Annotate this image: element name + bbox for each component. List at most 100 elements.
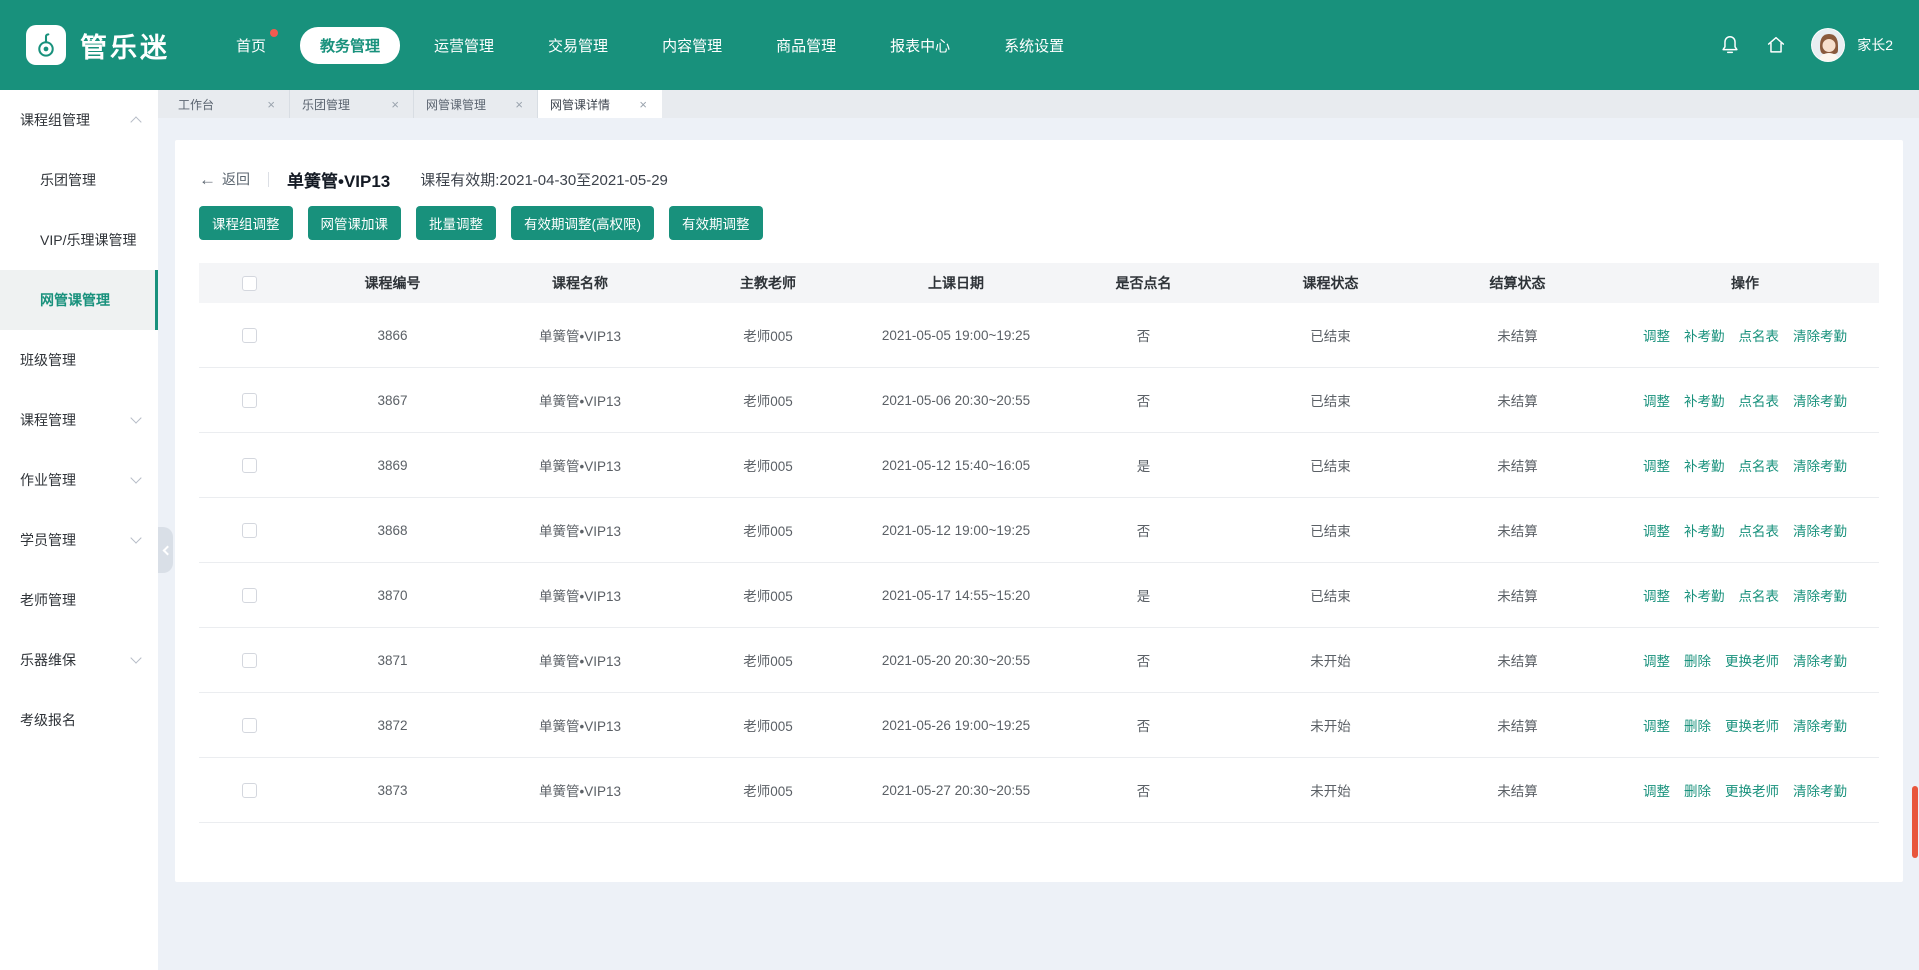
tab-close-icon[interactable]: × bbox=[389, 97, 401, 112]
tab-close-icon[interactable]: × bbox=[513, 97, 525, 112]
sidebar-item[interactable]: 作业管理 bbox=[0, 450, 158, 510]
topnav-item[interactable]: 运营管理 bbox=[414, 27, 514, 64]
cell-settlement: 未结算 bbox=[1424, 585, 1611, 605]
row-action-link[interactable]: 调整 bbox=[1643, 390, 1670, 410]
row-checkbox[interactable] bbox=[242, 393, 257, 408]
row-action-link[interactable]: 删除 bbox=[1684, 715, 1711, 735]
select-all-checkbox[interactable] bbox=[242, 276, 257, 291]
row-action-link[interactable]: 清除考勤 bbox=[1793, 585, 1847, 605]
row-action-link[interactable]: 调整 bbox=[1643, 650, 1670, 670]
toolbar-button[interactable]: 有效期调整(高权限) bbox=[511, 206, 654, 240]
row-action-link[interactable]: 调整 bbox=[1643, 780, 1670, 800]
user-avatar[interactable] bbox=[1811, 28, 1845, 62]
row-action-link[interactable]: 清除考勤 bbox=[1793, 780, 1847, 800]
topnav-item[interactable]: 报表中心 bbox=[870, 27, 970, 64]
tab[interactable]: 工作台× bbox=[166, 90, 290, 118]
sidebar-item[interactable]: 乐器维保 bbox=[0, 630, 158, 690]
sidebar-item[interactable]: 课程组管理 bbox=[0, 90, 158, 150]
row-action-link[interactable]: 调整 bbox=[1643, 520, 1670, 540]
topnav-item[interactable]: 教务管理 bbox=[300, 27, 400, 64]
toolbar-button[interactable]: 有效期调整 bbox=[669, 206, 763, 240]
toolbar-button[interactable]: 批量调整 bbox=[416, 206, 496, 240]
cell-actions: 调整删除更换老师清除考勤 bbox=[1611, 715, 1879, 735]
topnav-item[interactable]: 商品管理 bbox=[756, 27, 856, 64]
cell-date: 2021-05-20 20:30~20:55 bbox=[862, 653, 1050, 668]
row-action-link[interactable]: 点名表 bbox=[1739, 390, 1780, 410]
row-action-link[interactable]: 删除 bbox=[1684, 650, 1711, 670]
toolbar: 课程组调整网管课加课批量调整有效期调整(高权限) 有效期调整 bbox=[199, 206, 1879, 240]
course-validity: 课程有效期:2021-04-30至2021-05-29 bbox=[420, 169, 668, 190]
row-action-link[interactable]: 清除考勤 bbox=[1793, 520, 1847, 540]
row-action-link[interactable]: 更换老师 bbox=[1725, 650, 1779, 670]
row-checkbox[interactable] bbox=[242, 783, 257, 798]
tab-close-icon[interactable]: × bbox=[265, 97, 277, 112]
toolbar-button[interactable]: 网管课加课 bbox=[308, 206, 402, 240]
sidebar-item[interactable]: 班级管理 bbox=[0, 330, 158, 390]
row-action-link[interactable]: 补考勤 bbox=[1684, 520, 1725, 540]
row-action-link[interactable]: 更换老师 bbox=[1725, 780, 1779, 800]
cell-teacher: 老师005 bbox=[674, 585, 862, 605]
brand-logo-icon[interactable] bbox=[26, 25, 66, 65]
row-action-link[interactable]: 补考勤 bbox=[1684, 585, 1725, 605]
toolbar-button[interactable]: 课程组调整 bbox=[199, 206, 293, 240]
row-action-link[interactable]: 补考勤 bbox=[1684, 455, 1725, 475]
course-table: 课程编号 课程名称 主教老师 上课日期 是否点名 课程状态 结算状态 操作 38… bbox=[199, 263, 1879, 823]
cell-course-id: 3866 bbox=[299, 328, 486, 343]
row-checkbox[interactable] bbox=[242, 718, 257, 733]
tab[interactable]: 网管课管理× bbox=[414, 90, 538, 118]
row-checkbox[interactable] bbox=[242, 328, 257, 343]
tab-close-icon[interactable]: × bbox=[637, 97, 649, 112]
row-action-link[interactable]: 清除考勤 bbox=[1793, 325, 1847, 345]
cell-rollcall: 否 bbox=[1050, 390, 1237, 410]
row-action-link[interactable]: 补考勤 bbox=[1684, 325, 1725, 345]
cell-teacher: 老师005 bbox=[674, 390, 862, 410]
row-action-link[interactable]: 删除 bbox=[1684, 780, 1711, 800]
sidebar-item[interactable]: 学员管理 bbox=[0, 510, 158, 570]
cell-course-id: 3867 bbox=[299, 393, 486, 408]
home-icon[interactable] bbox=[1765, 34, 1787, 56]
row-action-link[interactable]: 调整 bbox=[1643, 325, 1670, 345]
row-action-link[interactable]: 调整 bbox=[1643, 715, 1670, 735]
sidebar-item[interactable]: 网管课管理 bbox=[0, 270, 158, 330]
row-checkbox[interactable] bbox=[242, 653, 257, 668]
row-action-link[interactable]: 清除考勤 bbox=[1793, 455, 1847, 475]
row-action-link[interactable]: 点名表 bbox=[1739, 455, 1780, 475]
row-checkbox[interactable] bbox=[242, 458, 257, 473]
topnav-item[interactable]: 交易管理 bbox=[528, 27, 628, 64]
cell-teacher: 老师005 bbox=[674, 455, 862, 475]
row-action-link[interactable]: 点名表 bbox=[1739, 585, 1780, 605]
tab[interactable]: 网管课详情× bbox=[538, 90, 662, 118]
bell-icon[interactable] bbox=[1719, 34, 1741, 56]
row-action-link[interactable]: 清除考勤 bbox=[1793, 715, 1847, 735]
row-checkbox[interactable] bbox=[242, 523, 257, 538]
row-action-link[interactable]: 调整 bbox=[1643, 585, 1670, 605]
header-actions: 操作 bbox=[1611, 273, 1879, 293]
tab[interactable]: 乐团管理× bbox=[290, 90, 414, 118]
table-header-row: 课程编号 课程名称 主教老师 上课日期 是否点名 课程状态 结算状态 操作 bbox=[199, 263, 1879, 303]
sidebar-item[interactable]: 乐团管理 bbox=[0, 150, 158, 210]
row-checkbox[interactable] bbox=[242, 588, 257, 603]
cell-date: 2021-05-27 20:30~20:55 bbox=[862, 783, 1050, 798]
sidebar-item[interactable]: 课程管理 bbox=[0, 390, 158, 450]
row-action-link[interactable]: 调整 bbox=[1643, 455, 1670, 475]
topnav-item[interactable]: 系统设置 bbox=[984, 27, 1084, 64]
topnav-item[interactable]: 内容管理 bbox=[642, 27, 742, 64]
sidebar-item[interactable]: 考级报名 bbox=[0, 690, 158, 750]
row-action-link[interactable]: 更换老师 bbox=[1725, 715, 1779, 735]
header-right: 家长2 bbox=[1719, 28, 1893, 62]
row-action-link[interactable]: 清除考勤 bbox=[1793, 390, 1847, 410]
back-button[interactable]: ← 返回 bbox=[199, 169, 250, 189]
topnav-item[interactable]: 首页 bbox=[216, 27, 286, 64]
vertical-scrollbar-thumb[interactable] bbox=[1912, 786, 1918, 858]
cell-course-name: 单簧管•VIP13 bbox=[486, 715, 674, 735]
cell-actions: 调整补考勤点名表清除考勤 bbox=[1611, 455, 1879, 475]
row-action-link[interactable]: 点名表 bbox=[1739, 520, 1780, 540]
cell-course-status: 未开始 bbox=[1237, 780, 1424, 800]
row-action-link[interactable]: 清除考勤 bbox=[1793, 650, 1847, 670]
row-action-link[interactable]: 补考勤 bbox=[1684, 390, 1725, 410]
sidebar-item[interactable]: VIP/乐理课管理 bbox=[0, 210, 158, 270]
cell-actions: 调整补考勤点名表清除考勤 bbox=[1611, 325, 1879, 345]
sidebar-item[interactable]: 老师管理 bbox=[0, 570, 158, 630]
row-action-link[interactable]: 点名表 bbox=[1739, 325, 1780, 345]
user-name[interactable]: 家长2 bbox=[1857, 35, 1893, 55]
